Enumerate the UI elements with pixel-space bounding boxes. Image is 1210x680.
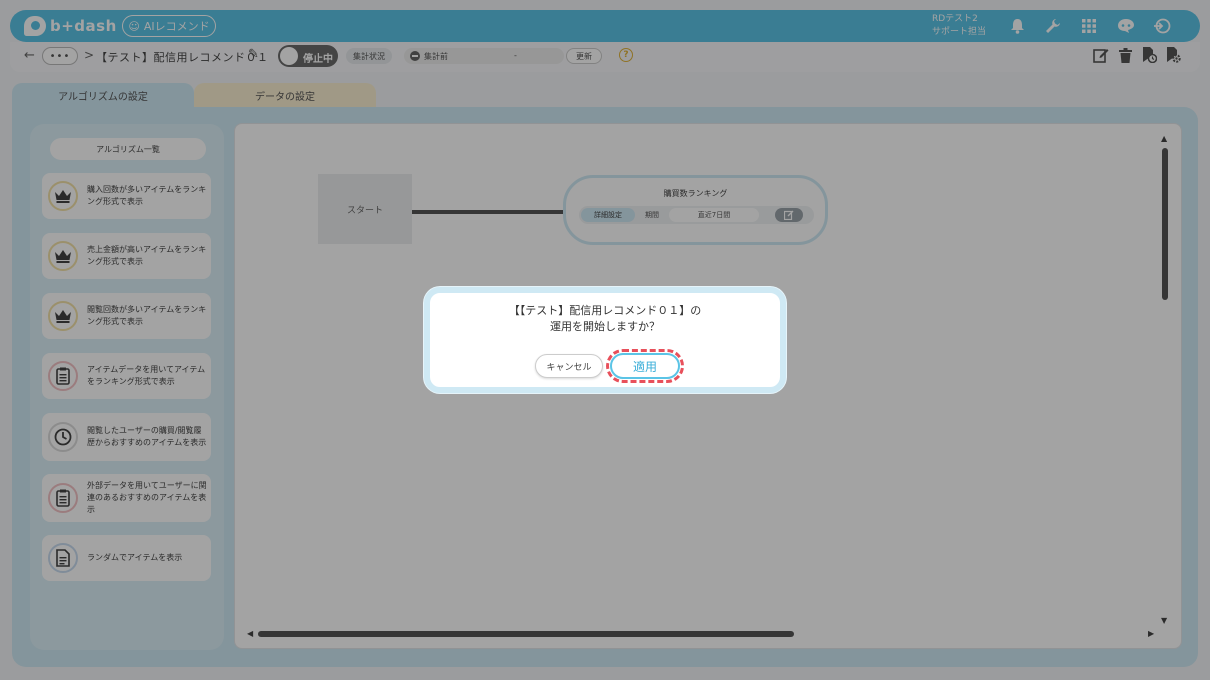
apply-button[interactable]: 適用	[606, 349, 684, 383]
cancel-button[interactable]: キャンセル	[535, 354, 603, 378]
confirm-dialog: 【【テスト】配信用レコメンド０１】の 運用を開始しますか？ キャンセル 適用	[424, 287, 786, 393]
confirm-message-line2: 運用を開始しますか？	[550, 320, 660, 333]
confirm-message-line1: 【【テスト】配信用レコメンド０１】の	[508, 304, 702, 317]
confirm-message: 【【テスト】配信用レコメンド０１】の 運用を開始しますか？	[430, 303, 780, 335]
